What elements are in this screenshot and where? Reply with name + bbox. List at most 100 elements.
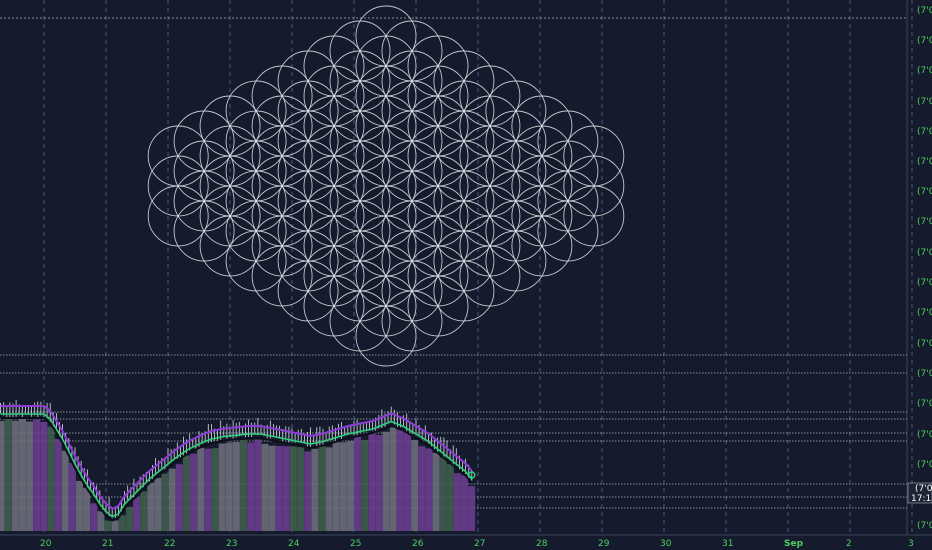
y-tick-label: (7'00 bbox=[917, 339, 932, 349]
volume-bar bbox=[218, 443, 226, 531]
y-tick-label: (7'00 bbox=[917, 308, 932, 318]
y-tick-label: (7'00 bbox=[917, 6, 932, 16]
volume-bar bbox=[97, 511, 105, 531]
y-tick-label: (7'00 bbox=[917, 430, 932, 440]
volume-bar bbox=[275, 446, 283, 531]
volume-bar bbox=[254, 439, 262, 531]
volume-bar bbox=[268, 445, 276, 531]
volume-bar bbox=[261, 443, 269, 531]
y-tick-label: (7'00 bbox=[917, 399, 932, 409]
volume-bar bbox=[54, 439, 62, 531]
time-axis[interactable]: 20 21 22 23 24 25 26 27 28 29 30 31 Sep 2 3 bbox=[40, 539, 914, 549]
volume-bar bbox=[354, 436, 362, 531]
volume-bar bbox=[90, 503, 98, 531]
volume-bar bbox=[18, 418, 26, 531]
y-tick-label: (7'00 bbox=[917, 217, 932, 227]
volume-bar bbox=[396, 430, 404, 531]
x-tick-label: 2 bbox=[846, 539, 852, 549]
volume-bar bbox=[439, 457, 447, 531]
volume-bar bbox=[125, 506, 133, 531]
volume-bar bbox=[168, 468, 176, 531]
volume-bar bbox=[182, 455, 190, 531]
y-tick-label: (7'00 bbox=[917, 187, 932, 197]
y-tick-label: (7'00 bbox=[917, 97, 932, 107]
chart-grid bbox=[0, 0, 932, 536]
volume-bar bbox=[418, 446, 426, 531]
flower-of-life-drawing[interactable] bbox=[147, 5, 625, 367]
volume-bar bbox=[211, 448, 219, 531]
volume-bar bbox=[446, 464, 454, 531]
volume-bar bbox=[361, 440, 369, 531]
volume-bar bbox=[468, 485, 476, 531]
volume-bar bbox=[140, 491, 148, 531]
volume-bar bbox=[47, 426, 55, 531]
x-tick-label: Sep bbox=[784, 539, 804, 549]
volume-bar bbox=[204, 448, 212, 531]
x-tick-label: 31 bbox=[722, 539, 733, 549]
volume-bar bbox=[346, 441, 354, 531]
volume-bar bbox=[76, 480, 84, 531]
volume-bar bbox=[225, 442, 233, 531]
x-tick-label: 26 bbox=[412, 539, 424, 549]
x-tick-label: 30 bbox=[660, 539, 672, 549]
volume-bar bbox=[311, 448, 319, 531]
y-tick-label: (7'00 bbox=[917, 127, 932, 137]
volume-bar bbox=[368, 433, 376, 531]
x-tick-label: 28 bbox=[536, 539, 548, 549]
volume-bar bbox=[61, 450, 69, 531]
volume-bar bbox=[4, 418, 12, 531]
price-axis[interactable]: (7'00 (7'00 (7'00 (7'00 (7'00 (7'00 (7'00 (7'00… bbox=[907, 6, 932, 531]
volume-bar bbox=[11, 420, 19, 531]
y-tick-label: (7'00 bbox=[917, 157, 932, 167]
volume-bar bbox=[118, 515, 126, 531]
volume-bar bbox=[411, 440, 419, 531]
volume-bar bbox=[282, 446, 290, 531]
volume-bar bbox=[133, 497, 141, 531]
volume-bar bbox=[111, 520, 119, 531]
volume-bar bbox=[382, 431, 390, 531]
volume-bar bbox=[154, 477, 162, 531]
volume-bar bbox=[197, 447, 205, 531]
volume-bar bbox=[161, 473, 169, 531]
volume-bar bbox=[389, 427, 397, 531]
volume-bar bbox=[247, 442, 255, 531]
chart-canvas[interactable]: (7'00 (7'00 (7'00 (7'00 (7'00 (7'00 (7'00 (7'00… bbox=[0, 0, 932, 550]
volume-bar bbox=[289, 446, 297, 531]
volume-bar bbox=[375, 434, 383, 531]
volume-bar bbox=[0, 420, 5, 531]
volume-bar bbox=[339, 442, 347, 531]
x-tick-label: 24 bbox=[288, 539, 300, 549]
volume-bar bbox=[453, 473, 461, 531]
x-tick-label: 20 bbox=[40, 539, 52, 549]
y-tick-label: (7'00 bbox=[917, 248, 932, 258]
volume-bar bbox=[461, 475, 469, 531]
y-tick-label: (7'00 bbox=[917, 521, 932, 531]
volume-bar bbox=[325, 447, 333, 531]
x-tick-label: 29 bbox=[598, 539, 610, 549]
volume-bar bbox=[147, 482, 155, 531]
x-tick-label: 23 bbox=[226, 539, 237, 549]
x-tick-label: 21 bbox=[102, 539, 113, 549]
volume-bar bbox=[297, 447, 305, 531]
y-tick-label: (7'00 bbox=[917, 66, 932, 76]
volume-bar bbox=[332, 442, 340, 531]
y-tick-label: (7'00 bbox=[917, 460, 932, 470]
volume-bar bbox=[26, 421, 34, 531]
volume-bar bbox=[175, 464, 183, 531]
volume-bar bbox=[83, 487, 91, 531]
x-tick-label: 27 bbox=[474, 539, 485, 549]
y-tick-label: (7'00 bbox=[917, 36, 932, 46]
volume-bar bbox=[190, 453, 198, 531]
volume-bar bbox=[33, 419, 41, 531]
x-tick-label: 25 bbox=[350, 539, 361, 549]
countdown-label: 17:18 bbox=[911, 494, 932, 504]
volume-bar bbox=[404, 433, 412, 531]
volume-bar bbox=[432, 452, 440, 531]
current-price-label: (7'00 bbox=[915, 484, 932, 494]
x-tick-label: 3 bbox=[908, 539, 914, 549]
x-tick-label: 22 bbox=[164, 539, 175, 549]
volume-bar bbox=[40, 421, 48, 531]
volume-bar bbox=[318, 445, 326, 531]
y-tick-label: (7'00 bbox=[917, 278, 932, 288]
volume-bar bbox=[232, 441, 240, 531]
